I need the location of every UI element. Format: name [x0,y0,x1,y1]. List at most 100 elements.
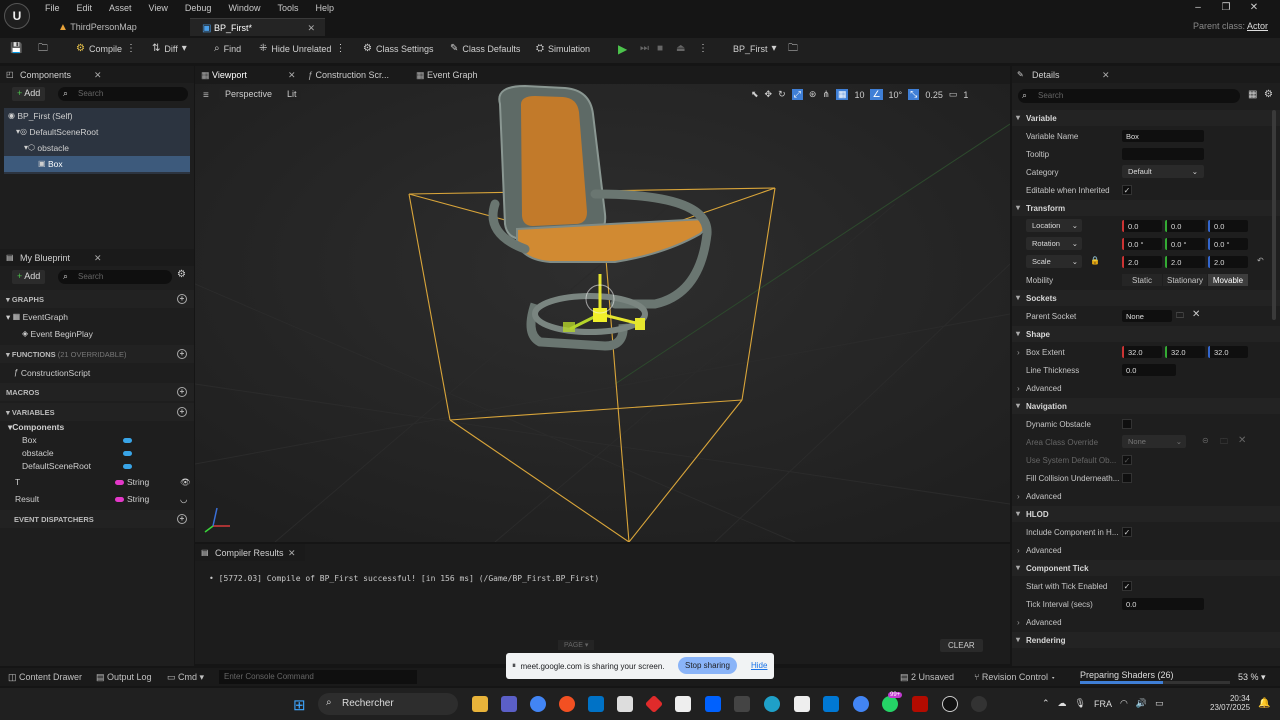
minimize-button[interactable]: – [1184,2,1212,13]
class-settings-button[interactable]: ⚙ Class Settings [363,44,434,55]
box-extent-y[interactable]: 32.0 [1165,346,1205,358]
tree-item-default-scene-root[interactable]: ▾◎ DefaultSceneRoot [4,124,190,140]
mobility-static[interactable]: Static [1122,274,1162,286]
outlook-icon[interactable] [588,696,604,712]
table-view-icon[interactable]: ▦ [1248,90,1257,100]
github-icon[interactable] [971,696,987,712]
menu-view[interactable]: View [149,3,168,13]
close-tab-icon[interactable]: ✕ [307,23,315,34]
hide-share-button[interactable]: Hide [751,661,767,670]
unreal-logo-icon[interactable]: U [4,3,30,29]
tab-third-person-map[interactable]: ▲ ThirdPersonMap [46,18,181,36]
location-y[interactable]: 0.0 [1165,220,1205,232]
windows-start-icon[interactable]: ⊞ [293,696,306,714]
console-command-input[interactable]: Enter Console Command [219,670,417,684]
page-dropdown[interactable]: PAGE ▾ [558,640,595,650]
grid-snap-icon[interactable]: ▦ [835,89,849,100]
cloud-icon[interactable]: ☁ [1058,698,1067,709]
gear-icon[interactable]: ⚙ [177,270,186,280]
browse-icon[interactable]: 🗀 [1220,436,1228,450]
sockets-section-header[interactable]: Sockets [1012,290,1280,306]
box-extent-x[interactable]: 32.0 [1122,346,1162,358]
edge-icon[interactable] [764,696,780,712]
add-macro-icon[interactable]: + [177,387,187,397]
variable-row[interactable]: DefaultSceneRoot [22,458,132,474]
shape-section-header[interactable]: Shape [1012,326,1280,342]
rotation-z[interactable]: 0.0 ° [1208,238,1248,250]
world-local-icon[interactable]: ⊛ [809,89,817,100]
acrobat-icon[interactable] [912,696,928,712]
macros-section[interactable]: MACROS + [0,383,194,401]
parent-socket-field[interactable]: None [1122,310,1172,322]
angle-snap-icon[interactable]: ∠ [870,89,883,100]
parent-class-link[interactable]: Actor [1247,21,1268,31]
fill-collision-checkbox[interactable] [1122,473,1132,483]
class-defaults-button[interactable]: ✎ Class Defaults [450,44,520,55]
blueprint-search-input[interactable]: Search [58,270,172,284]
line-thickness-input[interactable]: 0.0 [1122,364,1176,376]
notepad-icon[interactable] [794,696,810,712]
add-component-button[interactable]: + Add [12,87,46,101]
whatsapp-icon[interactable] [882,696,898,712]
step-button[interactable]: ⏭ [640,44,649,54]
rotation-x[interactable]: 0.0 ° [1122,238,1162,250]
graphs-section[interactable]: ▾ GRAPHS + [0,290,194,308]
taskbar-search[interactable]: ⌕ Rechercher [318,693,458,715]
tab-construction-script[interactable]: ƒ Construction Scr... [308,70,389,80]
variable-row[interactable]: Result String ◡ [15,491,190,507]
amazon-icon[interactable] [675,696,691,712]
add-function-icon[interactable]: + [177,349,187,359]
notifications-icon[interactable]: 🔔 [1258,698,1270,709]
dynamic-obstacle-checkbox[interactable] [1122,419,1132,429]
debug-object-select[interactable]: BP_First ▾ [733,44,777,55]
close-panel-icon[interactable]: ✕ [1102,70,1110,81]
area-class-select[interactable]: None ⌄ [1122,435,1186,448]
select-mode-icon[interactable]: ⬉ [751,89,759,100]
lock-icon[interactable]: 🔒 [1090,256,1100,265]
start-tick-checkbox[interactable]: ✓ [1122,581,1132,591]
battery-icon[interactable]: ▭ [1155,698,1164,709]
viewport[interactable]: ≡ Perspective Lit ⬉ ✥ ↻ ⤢ ⊛ ⋔ ▦ 10 ∠ 10° ⤡… [195,84,1010,542]
volume-icon[interactable]: 🔊 [1136,698,1147,709]
add-variable-icon[interactable]: + [177,407,187,417]
close-tab-icon[interactable]: ✕ [288,70,296,81]
scale-z[interactable]: 2.0 [1208,256,1248,268]
rotation-y[interactable]: 0.0 ° [1165,238,1205,250]
browse-icon[interactable]: 🗀 [38,44,48,54]
graph-event-graph[interactable]: ▾ ▦ EventGraph [6,309,68,325]
eject-button[interactable]: ⏏ [676,44,685,54]
store-icon[interactable] [617,696,633,712]
category-select[interactable]: Default ⌄ [1122,165,1204,178]
tick-interval-input[interactable]: 0.0 [1122,598,1204,610]
expand-arrow-icon[interactable]: › [1017,348,1020,357]
use-selected-icon[interactable]: ⊝ [1202,436,1209,445]
rotate-icon[interactable]: ↻ [778,89,786,100]
details-search-input[interactable]: Search [1018,89,1240,103]
eye-closed-icon[interactable]: ◡ [180,494,187,505]
variable-type[interactable]: String [127,494,149,504]
clear-button[interactable]: CLEAR [940,639,983,652]
include-component-checkbox[interactable]: ✓ [1122,527,1132,537]
box-extent-z[interactable]: 32.0 [1208,346,1248,358]
surface-snap-icon[interactable]: ⋔ [822,89,830,100]
app-icon[interactable] [559,696,575,712]
hlod-advanced-row[interactable]: › Advanced [1012,541,1280,559]
teams-icon[interactable] [501,696,517,712]
construction-script-item[interactable]: ƒ ConstructionScript [14,365,90,381]
shaders-status[interactable]: Preparing Shaders (26) [1080,670,1174,680]
reset-icon[interactable]: ↶ [1257,256,1264,265]
rendering-section-header[interactable]: Rendering [1012,632,1280,648]
scale-snap-value[interactable]: 0.25 [925,90,943,100]
clock[interactable]: 20:34 23/07/2025 [1210,694,1250,712]
chrome-profile-icon[interactable] [853,696,869,712]
add-dispatcher-icon[interactable]: + [177,514,187,524]
variable-row[interactable]: T String 👁 [15,474,191,490]
tree-item-box[interactable]: ▣ Box [4,156,190,172]
close-panel-icon[interactable]: ✕ [288,548,296,559]
chrome-icon[interactable] [530,696,546,712]
file-explorer-icon[interactable] [472,696,488,712]
add-graph-icon[interactable]: + [177,294,187,304]
component-tick-section-header[interactable]: Component Tick [1012,560,1280,576]
tree-item-obstacle[interactable]: ▾⬡ obstacle [4,140,190,156]
lit-button[interactable]: Lit [283,87,301,101]
